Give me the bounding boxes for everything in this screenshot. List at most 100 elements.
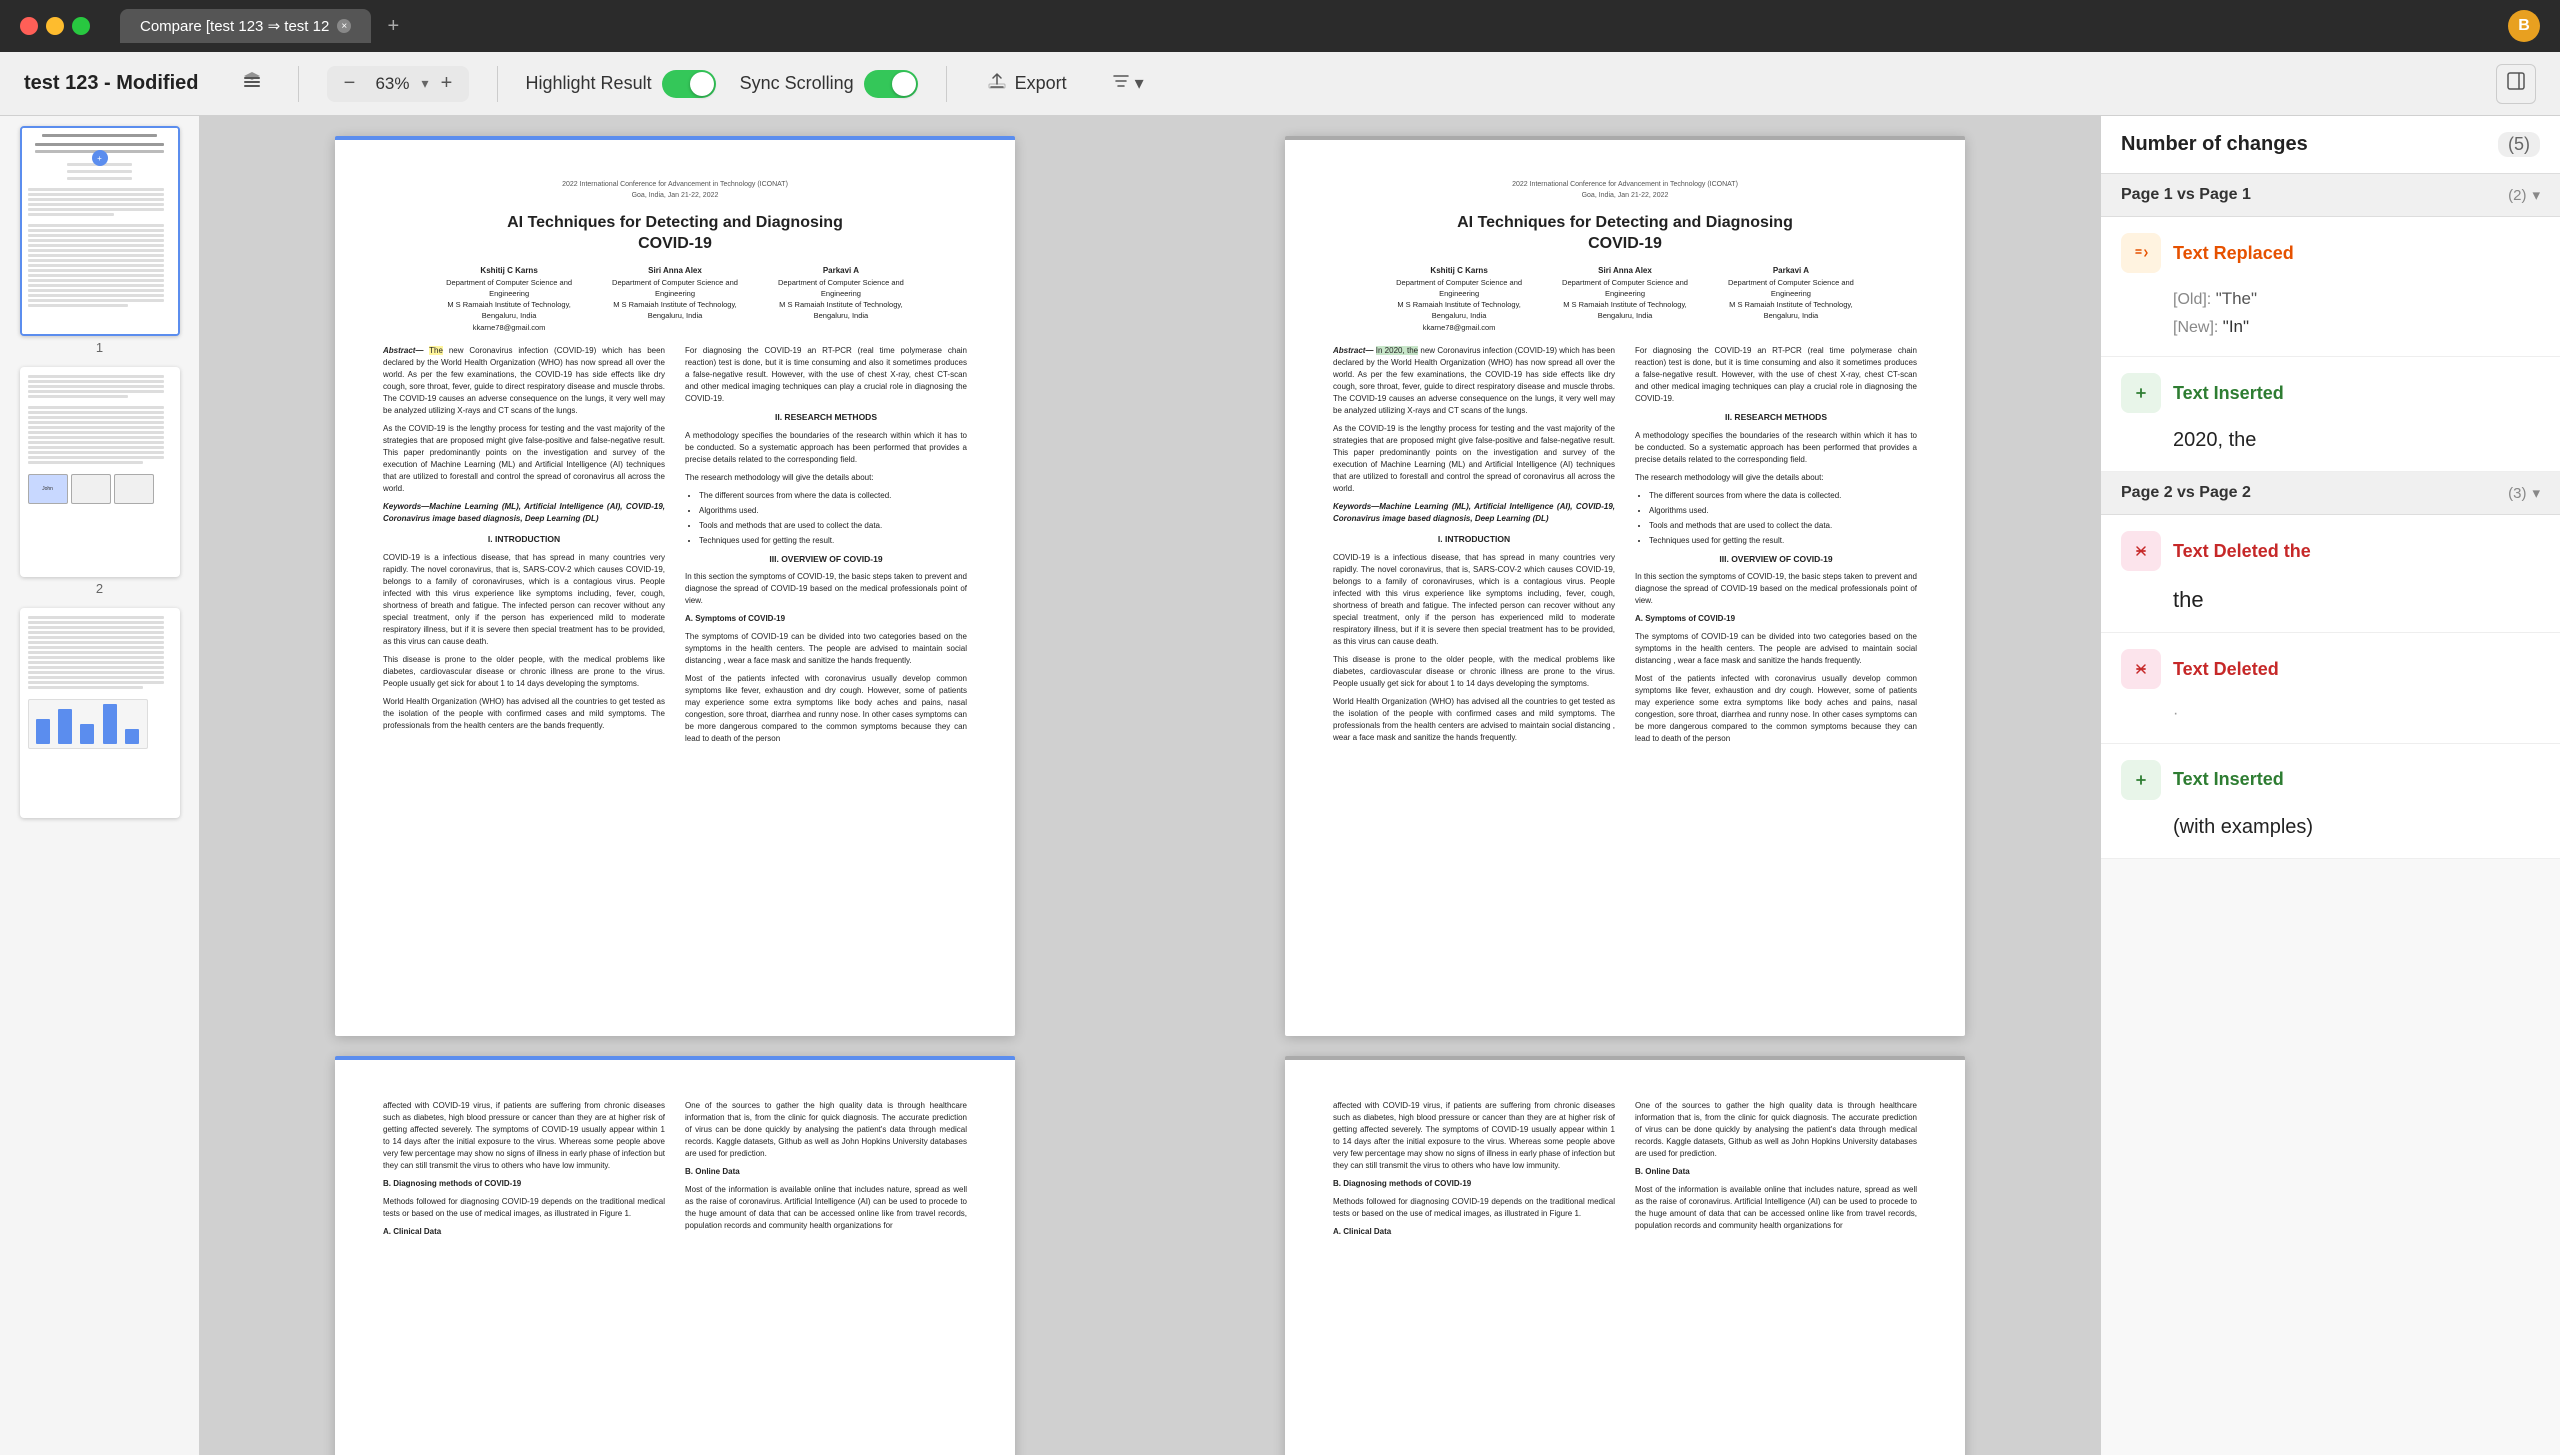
inserted-icon-1 [2121, 373, 2161, 413]
change-type-label-deleted-1: Text Deleted the [2173, 541, 2311, 562]
sync-scrolling-knob [892, 72, 916, 96]
thumb-page-3-box [20, 608, 180, 818]
change-item-deleted-1: Text Deleted the the [2101, 515, 2560, 633]
sidebar-toggle-button[interactable] [2496, 64, 2536, 104]
highlight-result-toggle[interactable] [662, 70, 716, 98]
sidebar-toggle-icon [2506, 71, 2526, 96]
page-group-1-header[interactable]: Page 1 vs Page 1 (2) ▾ [2101, 174, 2560, 217]
right-doc-title: AI Techniques for Detecting and Diagnosi… [1333, 213, 1917, 255]
deleted-value-2: · [2173, 705, 2178, 722]
close-window-button[interactable] [20, 17, 38, 35]
thumb-label-1: 1 [96, 340, 103, 355]
inserted-value-1: 2020, the [2173, 429, 2256, 451]
divider-2 [497, 66, 498, 102]
thumbnail-sidebar[interactable]: + 1 [0, 116, 200, 1455]
inserted-icon-2 [2121, 760, 2161, 800]
minimize-window-button[interactable] [46, 17, 64, 35]
layers-button[interactable] [234, 66, 270, 102]
active-tab[interactable]: Compare [test 123 ⇒ test 12 × [120, 9, 371, 43]
left-document-page-2: affected with COVID-19 virus, if patient… [335, 1056, 1015, 1455]
thumb-lines-2: John [28, 375, 172, 504]
traffic-lights [20, 17, 90, 35]
page-group-1: Page 1 vs Page 1 (2) ▾ [2101, 174, 2560, 472]
page-group-2-count: (3) ▾ [2508, 484, 2540, 502]
right-doc-authors: Kshitij C Karns Department of Computer S… [1333, 265, 1917, 333]
thumb-annotation-1: + [92, 150, 108, 166]
toolbar: test 123 - Modified − 63% ▾ + Highlight … [0, 52, 2560, 116]
inserted-value-2: (with examples) [2173, 816, 2313, 838]
tab-bar: Compare [test 123 ⇒ test 12 × + [100, 9, 2498, 43]
layers-icon [241, 70, 263, 97]
export-label: Export [1015, 73, 1067, 94]
change-type-header-inserted-2: Text Inserted [2121, 760, 2540, 800]
sync-scrolling-group: Sync Scrolling [740, 70, 918, 98]
left-doc-body: Abstract— The new Coronavirus infection … [383, 345, 967, 746]
tab-close-button[interactable]: × [337, 19, 351, 33]
right-doc-page2-body: affected with COVID-19 virus, if patient… [1333, 1100, 1917, 1241]
left-document-viewer[interactable]: 2022 International Conference for Advanc… [200, 116, 1150, 1455]
change-type-label-replaced: Text Replaced [2173, 243, 2294, 264]
change-type-header-replaced: Text Replaced [2121, 233, 2540, 273]
zoom-dropdown-button[interactable]: ▾ [421, 75, 428, 92]
filter-icon [1111, 71, 1131, 96]
left-doc-authors: Kshitij C Karns Department of Computer S… [383, 265, 967, 333]
right-document-page-1: 2022 International Conference for Advanc… [1285, 136, 1965, 1036]
changes-panel-header: Number of changes (5) [2101, 116, 2560, 174]
avatar: B [2508, 10, 2540, 42]
change-old-value: [Old]: "The" [2173, 285, 2540, 313]
right-author-1: Kshitij C Karns Department of Computer S… [1396, 265, 1522, 333]
changes-panel: Number of changes (5) Page 1 vs Page 1 (… [2100, 116, 2560, 1455]
change-detail-deleted-1: the [2173, 583, 2540, 616]
right-document-viewer[interactable]: 2022 International Conference for Advanc… [1150, 116, 2100, 1455]
zoom-in-button[interactable]: + [433, 70, 461, 98]
left-doc-page2-body: affected with COVID-19 virus, if patient… [383, 1100, 967, 1241]
left-conf-header: 2022 International Conference for Advanc… [383, 180, 967, 201]
sync-scrolling-toggle[interactable] [864, 70, 918, 98]
page-group-2-header[interactable]: Page 2 vs Page 2 (3) ▾ [2101, 472, 2560, 515]
main-layout: + 1 [0, 116, 2560, 1455]
deleted-icon-2 [2121, 649, 2161, 689]
new-tab-button[interactable]: + [379, 12, 407, 40]
change-type-label-inserted-2: Text Inserted [2173, 769, 2284, 790]
thumb-page-2-inner: John [22, 369, 178, 575]
titlebar: Compare [test 123 ⇒ test 12 × + B [0, 0, 2560, 52]
change-new-value: [New]: "In" [2173, 313, 2540, 341]
chevron-down-icon: ▾ [2532, 186, 2540, 204]
change-item-inserted-2: Text Inserted (with examples) [2101, 744, 2560, 859]
right-doc-body: Abstract— In 2020, the new Coronavirus i… [1333, 345, 1917, 751]
toolbar-right [2496, 64, 2536, 104]
right-author-3: Parkavi A Department of Computer Science… [1728, 265, 1854, 333]
thumb-page-1-box: + [20, 126, 180, 336]
thumb-page-1-inner: + [22, 128, 178, 334]
document-panels: + 1 [0, 116, 2100, 1455]
left-document-page-1: 2022 International Conference for Advanc… [335, 136, 1015, 1036]
change-type-header-deleted-2: Text Deleted [2121, 649, 2540, 689]
thumbnail-page-1[interactable]: + 1 [10, 126, 189, 355]
divider-3 [946, 66, 947, 102]
page-group-2: Page 2 vs Page 2 (3) ▾ [2101, 472, 2560, 859]
filter-dropdown-icon: ▾ [1135, 73, 1144, 94]
page-group-2-title: Page 2 vs Page 2 [2121, 484, 2251, 502]
change-type-header-inserted-1: Text Inserted [2121, 373, 2540, 413]
chevron-down-icon-2: ▾ [2532, 484, 2540, 502]
change-detail-inserted-1: 2020, the [2173, 425, 2540, 455]
export-button[interactable]: Export [975, 63, 1079, 104]
page-group-1-count: (2) ▾ [2508, 186, 2540, 204]
author-3: Parkavi A Department of Computer Science… [778, 265, 904, 333]
thumb-lines-3 [28, 616, 172, 749]
deleted-icon-1 [2121, 531, 2161, 571]
changes-panel-body[interactable]: Page 1 vs Page 1 (2) ▾ [2101, 174, 2560, 1455]
zoom-out-button[interactable]: − [335, 70, 363, 98]
divider-1 [298, 66, 299, 102]
thumb-page-2-box: John [20, 367, 180, 577]
sync-scrolling-label: Sync Scrolling [740, 73, 854, 94]
highlight-result-knob [690, 72, 714, 96]
deleted-value-1: the [2173, 587, 2204, 612]
right-conf-header: 2022 International Conference for Advanc… [1333, 180, 1917, 201]
thumbnail-page-3[interactable] [10, 608, 189, 822]
thumb-page-3-inner [22, 610, 178, 816]
filter-button[interactable]: ▾ [1103, 63, 1152, 104]
thumbnail-page-2[interactable]: John 2 [10, 367, 189, 596]
maximize-window-button[interactable] [72, 17, 90, 35]
right-document-page-2: affected with COVID-19 virus, if patient… [1285, 1056, 1965, 1455]
